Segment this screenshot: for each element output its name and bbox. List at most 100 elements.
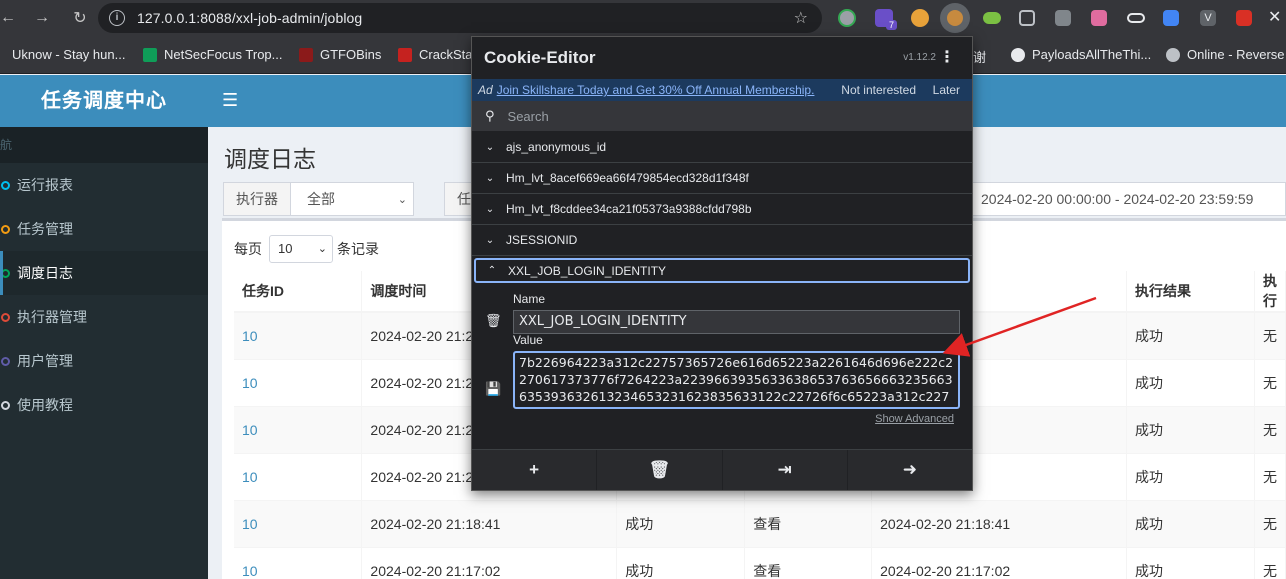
bookmark-netsecfocus[interactable]: NetSecFocus Trop... [143, 47, 283, 62]
menu-toggle-icon[interactable]: ☰ [222, 90, 238, 111]
executor-filter-value: 全部 [307, 191, 335, 207]
kebab-menu-icon[interactable]: ⋮ [939, 47, 955, 67]
cookie-icon [947, 10, 963, 26]
trigger-detail-link[interactable]: 查看 [744, 499, 873, 547]
cookie-name: XXL_JOB_LOGIN_IDENTITY [508, 263, 667, 278]
sidebar-item-label: 运行报表 [17, 177, 73, 193]
bookmark-uknow[interactable]: Uknow - Stay hun... [0, 47, 125, 62]
cookie-editor-extension-icon[interactable] [940, 3, 970, 33]
sidebar-item-joblog[interactable]: 调度日志 [0, 251, 208, 295]
cookie-name: Hm_lvt_f8cddee34ca21f05373a9388cfdd798b [506, 202, 752, 216]
reload-icon[interactable]: ↻ [64, 8, 96, 28]
extension-toggle-icon[interactable] [983, 12, 1001, 24]
page-size-select[interactable]: 10 ⌄ [269, 235, 333, 263]
extension-link-icon[interactable] [1127, 13, 1145, 23]
search-placeholder: Search [507, 108, 549, 124]
cookie-item[interactable]: ⌄ JSESSIONID [472, 225, 972, 256]
handle-msg: 无 [1254, 546, 1286, 579]
cookie-item[interactable]: ⌄ Hm_lvt_8acef669ea66f479854ecd328d1f348… [472, 163, 972, 194]
bookmark-gtfobins[interactable]: GTFOBins [299, 47, 381, 62]
forward-icon[interactable]: → [26, 9, 58, 27]
job-id-link[interactable]: 10 [242, 422, 258, 438]
extension-v-icon[interactable]: V [1200, 10, 1216, 26]
handle-result: 成功 [1126, 546, 1255, 579]
ad-later-button[interactable]: Later [933, 83, 960, 97]
sidebar-item-executors[interactable]: 执行器管理 [0, 295, 208, 339]
crackstation-icon [398, 47, 412, 62]
extension-badge: 7 [885, 20, 897, 30]
trigger-detail-link[interactable]: 查看 [744, 546, 873, 579]
handle-result: 成功 [1126, 452, 1255, 500]
cookie-name-field[interactable]: XXL_JOB_LOGIN_IDENTITY [513, 310, 960, 334]
sidebar-item-help[interactable]: 使用教程 [0, 383, 208, 427]
handle-msg: 无 [1254, 358, 1286, 406]
sidebar-item-users[interactable]: 用户管理 [0, 339, 208, 383]
extension-x-icon[interactable]: ✕ [1268, 7, 1286, 29]
export-icon[interactable]: ➜ [848, 450, 972, 490]
extension-colorful-icon[interactable] [911, 9, 929, 27]
cookie-editor-popup: Cookie-Editor v1.12.2 ⋮ Ad Join Skillsha… [471, 36, 973, 491]
bookmark-payloads[interactable]: PayloadsAllTheThi... [1011, 47, 1151, 62]
app-logo[interactable]: 任务调度中心 [0, 75, 208, 127]
trash-icon[interactable]: 🗑 [485, 313, 502, 329]
col-handle-msg[interactable]: 执行 [1254, 271, 1286, 313]
address-bar[interactable]: i 127.0.0.1:8088/xxl-job-admin/joblog ☆ [98, 3, 822, 33]
col-handle-result[interactable]: 执行结果 [1126, 271, 1255, 313]
bookmark-reverse-shell-label: Online - Reverse [1187, 47, 1285, 62]
back-icon[interactable]: ← [0, 9, 16, 27]
extension-hex-icon[interactable]: 7 [875, 9, 897, 30]
site-info-icon[interactable]: i [109, 10, 125, 26]
add-cookie-icon[interactable]: + [472, 450, 598, 490]
chevron-down-icon: ⌄ [397, 193, 407, 206]
popup-header: Cookie-Editor v1.12.2 ⋮ [472, 37, 972, 79]
extension-wappalyzer-icon[interactable] [1163, 10, 1179, 26]
extension-translate-icon[interactable] [1091, 10, 1107, 26]
bookmark-partial[interactable]: 谢 [973, 47, 986, 66]
cookie-item[interactable]: ⌄ Hm_lvt_f8cddee34ca21f05373a9388cfdd798… [472, 194, 972, 225]
executor-filter[interactable]: 执行器 全部 ⌄ [223, 182, 414, 216]
skull-icon [1166, 47, 1180, 62]
bookmark-star-icon[interactable]: ☆ [794, 8, 808, 28]
extension-puzzle-grid-icon[interactable] [1055, 10, 1071, 26]
trigger-status: 成功 [616, 546, 746, 579]
github-icon [1011, 47, 1025, 62]
cookie-item[interactable]: ⌄ ajs_anonymous_id [472, 132, 972, 163]
nav-header-label: 导航 [0, 138, 13, 152]
cookie-item-expanded[interactable]: ⌃ XXL_JOB_LOGIN_IDENTITY [474, 258, 970, 283]
cookie-search[interactable]: ⚲ Search [472, 101, 972, 132]
bookmark-reverse-shell[interactable]: Online - Reverse [1166, 47, 1285, 62]
bookmark-uknow-label: Uknow - Stay hun... [12, 47, 126, 62]
col-job-id[interactable]: 任务ID [234, 271, 363, 313]
cookie-detail-panel: Name XXL_JOB_LOGIN_IDENTITY 🗑 Value 7b22… [472, 283, 972, 443]
save-icon[interactable]: 💾 [485, 381, 501, 397]
circle-icon [1, 400, 10, 410]
extension-camera-icon[interactable] [1019, 10, 1035, 26]
import-icon[interactable]: ⇥ [723, 450, 848, 490]
sidebar-item-label: 调度日志 [17, 265, 73, 281]
chevron-down-icon: ⌄ [485, 141, 495, 153]
spreadsheet-icon [143, 47, 157, 62]
job-id-link[interactable]: 10 [242, 469, 258, 485]
job-id-link[interactable]: 10 [242, 328, 258, 344]
circle-icon [1, 356, 10, 366]
cookie-value-field[interactable]: 7b226964223a312c22757365726e616d65223a22… [513, 351, 960, 409]
ad-not-interested-button[interactable]: Not interested [841, 83, 916, 97]
extension-red-icon[interactable] [1236, 10, 1252, 26]
ad-link[interactable]: Join Skillshare Today and Get 30% Off An… [497, 83, 815, 97]
page-size-prefix: 每页 [234, 241, 262, 257]
app-sidebar: 任务调度中心 导航 运行报表 任务管理 调度日志 执行器管理 用户管理 使用教程 [0, 75, 208, 579]
profile-circle-icon[interactable] [838, 9, 856, 27]
date-range-input[interactable]: 2024-02-20 00:00:00 - 2024-02-20 23:59:5… [972, 182, 1286, 216]
job-id-link[interactable]: 10 [242, 516, 258, 532]
trigger-time: 2024-02-20 21:18:41 [361, 499, 618, 547]
job-id-link[interactable]: 10 [242, 563, 258, 579]
delete-all-icon[interactable]: 🗑 [597, 450, 723, 490]
sidebar-item-report[interactable]: 运行报表 [0, 163, 208, 207]
handle-msg: 无 [1254, 405, 1286, 453]
chevron-down-icon: ⌄ [485, 203, 495, 215]
job-filter[interactable]: 任 [444, 182, 483, 216]
show-advanced-link[interactable]: Show Advanced [875, 413, 954, 425]
bookmark-crackstation[interactable]: CrackSta [398, 47, 472, 62]
job-id-link[interactable]: 10 [242, 375, 258, 391]
sidebar-item-jobs[interactable]: 任务管理 [0, 207, 208, 251]
